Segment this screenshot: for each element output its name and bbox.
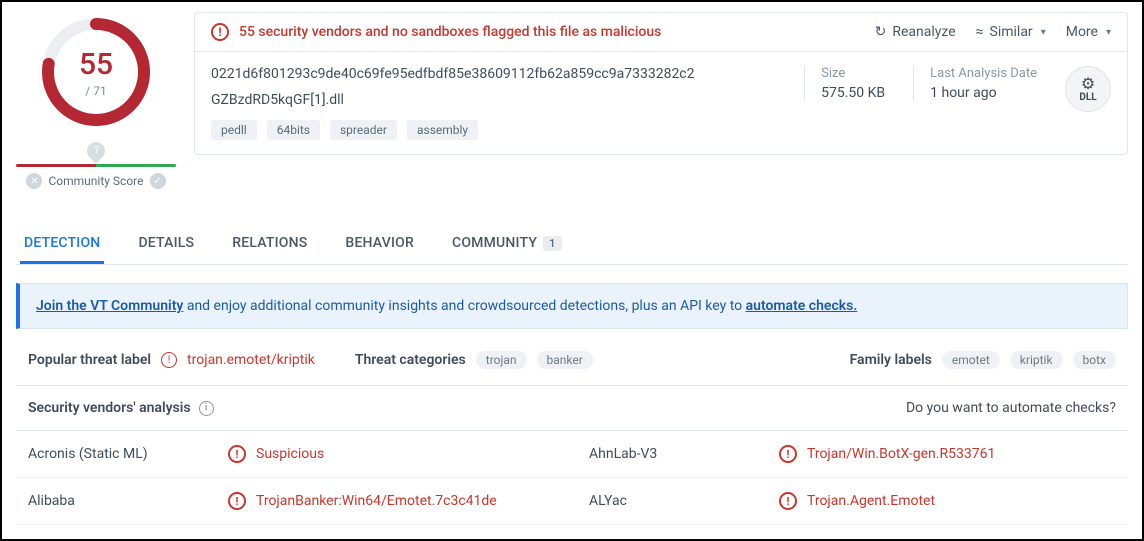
tabs: DETECTION DETAILS RELATIONS BEHAVIOR COM…: [16, 225, 1128, 265]
size-label: Size: [821, 66, 885, 81]
family-tag[interactable]: kriptik: [1010, 351, 1063, 369]
vendors-title: Security vendors' analysis: [28, 400, 191, 416]
vendor-name: Acronis (Static ML): [16, 431, 216, 478]
alert-icon: !: [779, 492, 797, 510]
vendor-name: ALYac: [577, 478, 767, 525]
file-hash: 0221d6f801293c9de40c69fe95edfbdf85e38609…: [211, 66, 780, 82]
score-value: 55: [79, 47, 113, 82]
tag[interactable]: pedll: [211, 120, 257, 140]
join-community-link[interactable]: Join the VT Community: [36, 298, 183, 314]
analysis-date-value: 1 hour ago: [930, 85, 1037, 101]
close-icon: ✕: [26, 173, 42, 189]
category-tag[interactable]: trojan: [476, 351, 527, 369]
vendor-result: !Suspicious: [216, 431, 577, 478]
vendor-name: AhnLab-V3: [577, 431, 767, 478]
tab-detection[interactable]: DETECTION: [20, 225, 104, 264]
score-panel: 55 / 71 ✕ Community Score ✓: [16, 12, 176, 189]
file-summary-panel: ! 55 security vendors and no sandboxes f…: [194, 12, 1128, 155]
info-icon[interactable]: i: [199, 401, 214, 416]
tag[interactable]: assembly: [407, 120, 478, 140]
more-button[interactable]: More: [1066, 24, 1111, 40]
tab-behavior[interactable]: BEHAVIOR: [341, 225, 418, 264]
alert-icon: !: [228, 492, 246, 510]
family-tag[interactable]: botx: [1073, 351, 1116, 369]
help-pin-icon: [83, 138, 108, 163]
file-tags: pedll 64bits spreader assembly: [211, 120, 780, 140]
alert-icon: !: [161, 352, 177, 368]
file-type-icon: ⚙ DLL: [1065, 66, 1111, 112]
tag[interactable]: 64bits: [267, 120, 320, 140]
category-tag[interactable]: banker: [537, 351, 593, 369]
tab-relations[interactable]: RELATIONS: [228, 225, 311, 264]
score-gauge: 55 / 71: [36, 12, 156, 132]
community-score-meter: [16, 142, 176, 167]
analysis-date-label: Last Analysis Date: [930, 66, 1037, 81]
community-score-label: Community Score: [48, 174, 143, 188]
vendor-result: !TrojanBanker:Win64/Emotet.7c3c41de: [216, 478, 577, 525]
popular-threat-label: Popular threat label: [28, 352, 151, 368]
check-icon: ✓: [150, 173, 166, 189]
flag-message: 55 security vendors and no sandboxes fla…: [239, 24, 661, 40]
threat-categories-label: Threat categories: [355, 352, 466, 368]
file-name: GZBzdRD5kqGF[1].dll: [211, 92, 780, 108]
similar-button[interactable]: ≈ Similar: [976, 24, 1046, 40]
vendor-name: Alibaba: [16, 478, 216, 525]
vendors-table: Acronis (Static ML) !Suspicious AhnLab-V…: [16, 431, 1128, 525]
tab-community[interactable]: COMMUNITY1: [448, 225, 566, 264]
vendor-result: !Trojan/Win.BotX-gen.R533761: [767, 431, 1128, 478]
vendor-result: !Trojan.Agent.Emotet: [767, 478, 1128, 525]
popular-threat-value[interactable]: trojan.emotet/kriptik: [187, 352, 315, 368]
similar-icon: ≈: [976, 24, 984, 40]
threat-summary: Popular threat label ! trojan.emotet/kri…: [16, 335, 1128, 386]
gear-icon: ⚙: [1081, 76, 1095, 92]
automate-prompt[interactable]: Do you want to automate checks?: [906, 400, 1116, 416]
tag[interactable]: spreader: [330, 120, 397, 140]
reanalyze-button[interactable]: ↻ Reanalyze: [875, 24, 956, 40]
refresh-icon: ↻: [875, 24, 887, 40]
vendors-header: Security vendors' analysis i Do you want…: [16, 386, 1128, 431]
size-value: 575.50 KB: [821, 85, 885, 101]
alert-icon: !: [211, 23, 229, 41]
alert-icon: !: [779, 445, 797, 463]
tab-details[interactable]: DETAILS: [134, 225, 198, 264]
automate-checks-link[interactable]: automate checks.: [746, 298, 858, 314]
family-tag[interactable]: emotet: [942, 351, 1000, 369]
community-banner: Join the VT Community and enjoy addition…: [16, 283, 1128, 329]
family-labels-label: Family labels: [850, 352, 932, 368]
score-total: / 71: [85, 84, 106, 98]
tab-badge: 1: [543, 236, 561, 251]
alert-icon: !: [228, 445, 246, 463]
